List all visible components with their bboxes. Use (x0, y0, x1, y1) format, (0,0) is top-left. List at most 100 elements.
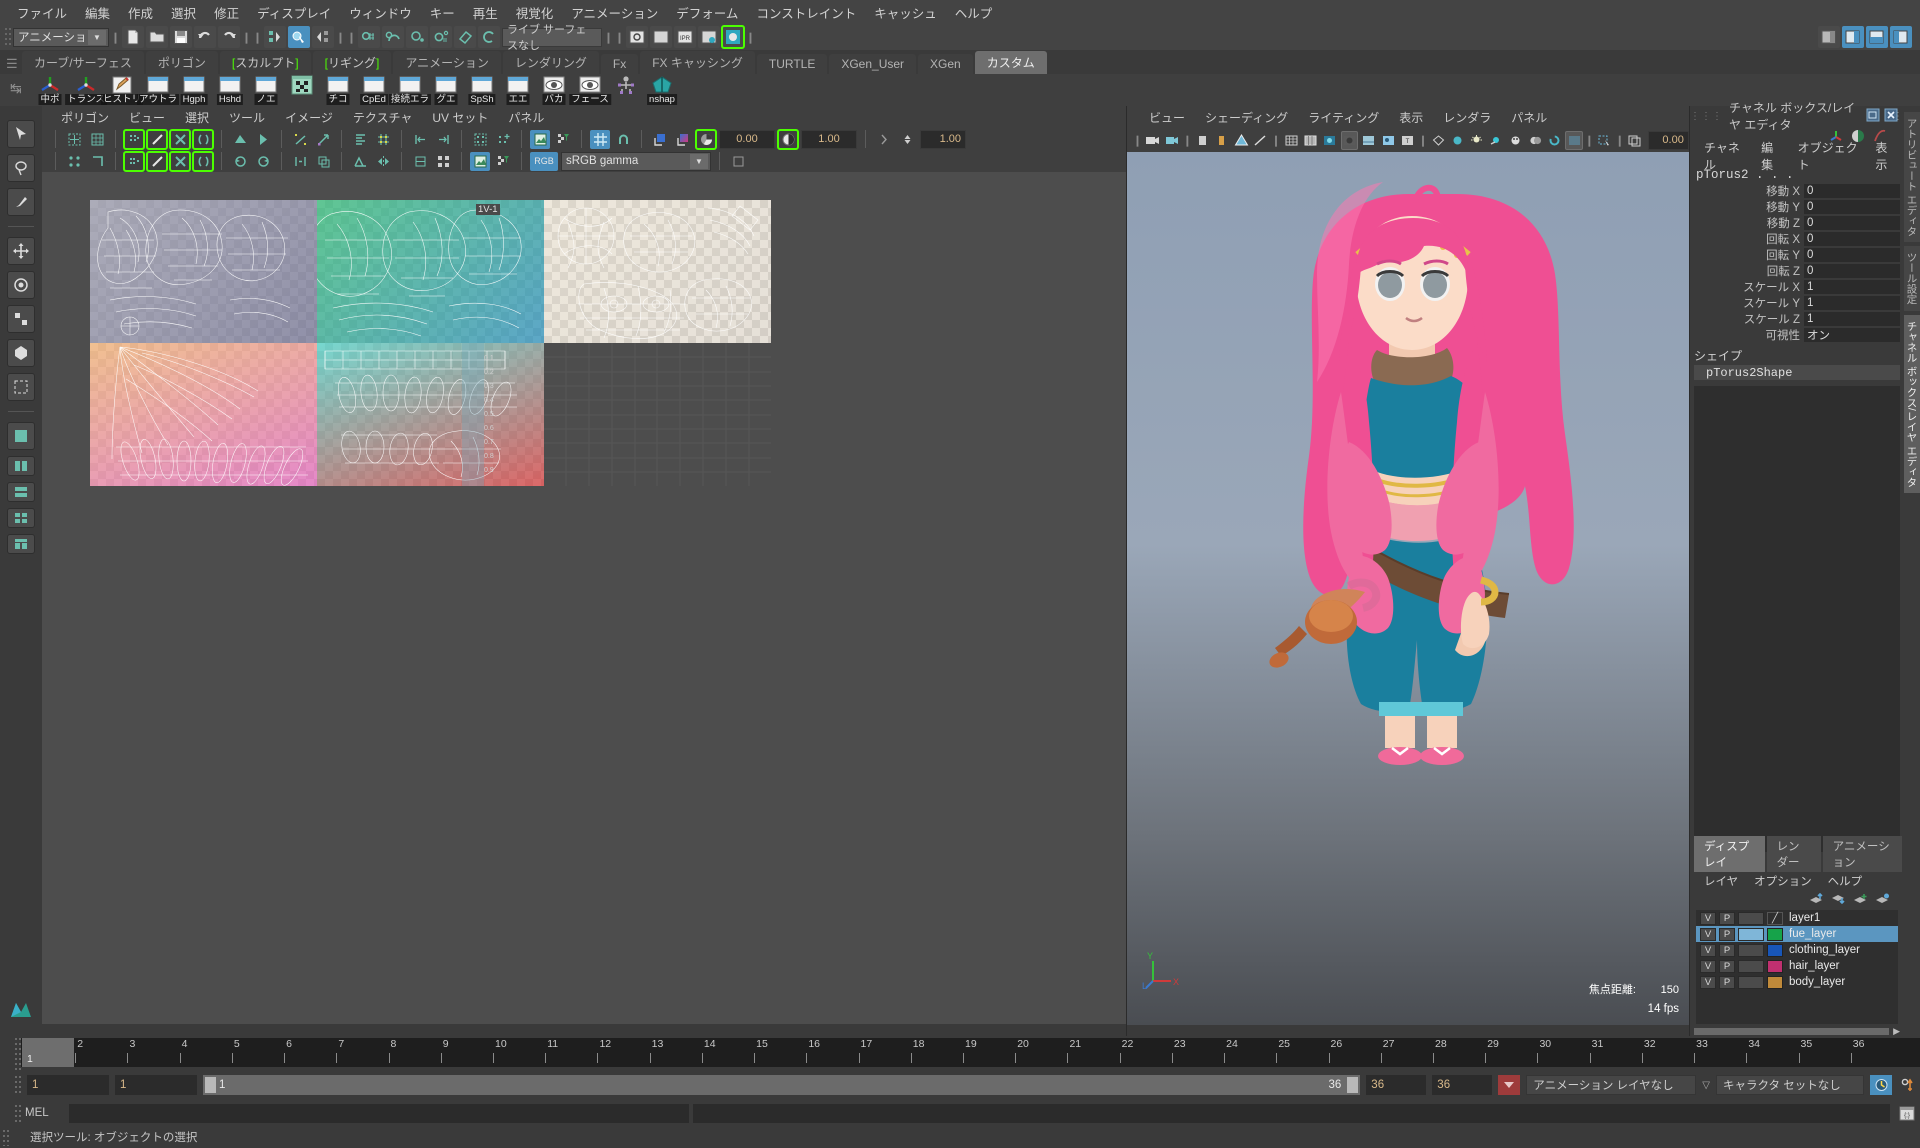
uv-more-icon[interactable] (874, 130, 894, 149)
range-right-handle[interactable] (1347, 1077, 1359, 1093)
shelf-tab-rendering[interactable]: レンダリング (502, 51, 599, 74)
uv-distribute-icon[interactable] (290, 152, 310, 171)
render-sequence-icon[interactable] (650, 26, 672, 48)
layer-color-swatch[interactable] (1767, 943, 1783, 957)
uv-texture-filter-icon[interactable] (493, 152, 513, 171)
menu-item-edit[interactable]: 編集 (76, 1, 119, 24)
channel-row-visibility[interactable]: 可視性 オン (1690, 328, 1900, 342)
vp-menu-renderer[interactable]: レンダラ (1433, 108, 1501, 127)
uv-sew-icon[interactable] (253, 130, 273, 149)
select-hierarchy-icon[interactable] (264, 26, 286, 48)
layer-color-swatch[interactable]: ╱ (1767, 911, 1783, 925)
uv-snap-icon[interactable] (373, 130, 393, 149)
layer-row-fue-layer[interactable]: V P fue_layer (1696, 926, 1898, 942)
shelf-button-history[interactable]: ヒストリ (100, 75, 144, 105)
snap-to-view-plane-icon[interactable] (454, 26, 476, 48)
time-slider-track[interactable]: 1234567891011121314151617181920212223242… (21, 1038, 1920, 1067)
menu-item-key[interactable]: キー (421, 1, 464, 24)
layer-row-layer1[interactable]: V P ╱ layer1 (1696, 910, 1898, 926)
shelf-button-uv-checker[interactable] (286, 75, 318, 105)
le-menu-help[interactable]: ヘルプ (1820, 873, 1871, 889)
shelf-button-chiko[interactable]: チコ (322, 75, 354, 105)
tab-render-layers[interactable]: レンダー (1766, 836, 1821, 872)
menu-item-modify[interactable]: 修正 (205, 1, 248, 24)
shelf-button-transform[interactable]: トランス (65, 75, 107, 105)
uv-vertex-mode-icon[interactable] (64, 152, 84, 171)
layer-row-hair-layer[interactable]: V P hair_layer (1696, 958, 1898, 974)
uv-menu-image[interactable]: イメージ (276, 108, 342, 127)
vp-ssao-icon[interactable] (1526, 131, 1543, 150)
shelf-button-eye-baka[interactable]: バカ (538, 75, 570, 105)
menu-item-help[interactable]: ヘルプ (946, 1, 1002, 24)
universal-manip-button[interactable] (7, 339, 35, 367)
live-surface-field[interactable]: ライブ サーフェスなし (502, 24, 602, 52)
snap-to-grid-icon[interactable] (358, 26, 380, 48)
channel-row-translate-x[interactable]: 移動 X 0 (1690, 184, 1900, 198)
shelf-tab-rigging[interactable]: [リギング] (312, 51, 392, 74)
layer-name[interactable]: body_layer (1786, 976, 1845, 988)
uv-exposure-icon[interactable] (695, 128, 717, 150)
layer-name[interactable]: hair_layer (1786, 960, 1840, 972)
vp-textured-icon[interactable] (1340, 130, 1359, 150)
vp-light-icon[interactable] (1468, 131, 1485, 150)
colorspace-dropdown[interactable]: sRGB gamma ▼ (561, 151, 711, 171)
layout-single-button[interactable] (7, 422, 35, 450)
scroll-right-arrow-icon[interactable]: ▶ (1893, 1026, 1900, 1037)
shelf-button-hypershade[interactable]: Hshd (214, 75, 246, 105)
layer-name[interactable]: clothing_layer (1786, 944, 1860, 956)
shelf-tab-custom[interactable]: カスタム (974, 51, 1047, 74)
layer-playback-toggle[interactable]: P (1719, 911, 1735, 925)
paint-select-tool-button[interactable] (7, 188, 35, 216)
uv-component-edge-icon[interactable] (146, 150, 168, 172)
channel-row-translate-z[interactable]: 移動 Z 0 (1690, 216, 1900, 230)
range-end-field[interactable]: 36 (1432, 1075, 1493, 1095)
layer-visibility-toggle[interactable]: V (1700, 927, 1716, 941)
uv-filter-icon[interactable] (553, 130, 573, 149)
uv-component-uv-icon[interactable] (123, 150, 145, 172)
vp-isolate-select-icon[interactable] (1596, 131, 1613, 150)
uv-select-uv-icon[interactable] (123, 128, 145, 150)
channel-row-translate-y[interactable]: 移動 Y 0 (1690, 200, 1900, 214)
new-scene-icon[interactable] (122, 26, 144, 48)
channel-value[interactable]: 0 (1804, 232, 1900, 246)
layout-three-pane-button[interactable] (7, 482, 35, 502)
auto-key-button[interactable] (1498, 1075, 1521, 1095)
vtab-channel-box[interactable]: チャネル ボックス/レイヤ エディタ (1903, 314, 1920, 494)
character-set-dropdown[interactable]: キャラクタ セットなし (1716, 1075, 1864, 1095)
layout-four-pane-button[interactable] (7, 508, 35, 528)
layout-custom-button[interactable] (7, 534, 35, 554)
vp-grid-icon[interactable] (1194, 131, 1211, 150)
uv-menu-select[interactable]: 選択 (176, 108, 218, 127)
shelf-tab-polygons[interactable]: ポリゴン (145, 51, 218, 74)
time-slider[interactable]: 1234567891011121314151617181920212223242… (0, 1036, 1920, 1070)
menuset-dropdown[interactable]: アニメーション ▼ (13, 27, 109, 47)
toolbar-grip[interactable] (4, 26, 11, 48)
shelf-button-center-point[interactable]: 中ポ (34, 75, 66, 105)
shelf-tab-animation[interactable]: アニメーション (393, 51, 501, 74)
script-editor-icon[interactable]: {;} (1894, 1103, 1920, 1123)
shelf-tab-sculpt[interactable]: [スカルプト] (219, 51, 311, 74)
move-layer-down-icon[interactable] (1831, 893, 1846, 905)
layer-color-swatch[interactable] (1767, 975, 1783, 989)
layer-name[interactable]: fue_layer (1786, 928, 1836, 940)
anim-start-field[interactable]: 1 (115, 1075, 197, 1095)
shelf-button-rig-skeleton[interactable] (610, 75, 642, 105)
uv-move-to-right-icon[interactable] (433, 130, 453, 149)
undo-icon[interactable] (194, 26, 216, 48)
uv-gamma-icon[interactable] (777, 128, 799, 150)
uv-stack-icon[interactable] (313, 152, 333, 171)
shelf-left-arrow-icon[interactable]: ↹ (10, 80, 22, 97)
render-current-frame-icon[interactable] (626, 26, 648, 48)
sidebar-toggle-3-icon[interactable] (1866, 26, 1888, 48)
vp-two-sided-light-icon[interactable] (1488, 131, 1505, 150)
vp-smooth-shade-icon[interactable] (1321, 131, 1338, 150)
shelf-tab-xgen-user[interactable]: XGen_User (829, 54, 917, 74)
uv-move-to-left-icon[interactable] (410, 130, 430, 149)
layer-row-clothing-layer[interactable]: V P clothing_layer (1696, 942, 1898, 958)
vp-shadow-toggle-icon[interactable] (1507, 131, 1524, 150)
select-object-icon[interactable] (288, 26, 310, 48)
channel-value[interactable]: 0 (1804, 184, 1900, 198)
uv-color-blue-icon[interactable] (650, 130, 670, 149)
move-layer-up-icon[interactable] (1809, 893, 1824, 905)
uv-tile-label-icon[interactable] (728, 152, 748, 171)
